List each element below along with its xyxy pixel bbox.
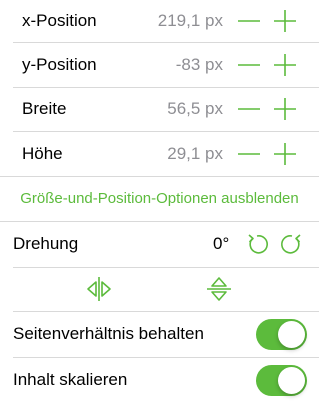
scale-content-toggle[interactable]: [256, 364, 307, 396]
options-link-row: Größe-und-Position-Optionen ausblenden: [0, 177, 319, 221]
x-position-plus-icon[interactable]: [273, 9, 297, 33]
x-position-minus-icon[interactable]: [237, 9, 261, 33]
rotation-row: Drehung 0°: [0, 222, 319, 267]
rotation-label: Drehung: [13, 234, 79, 254]
height-minus-icon[interactable]: [237, 142, 261, 166]
rotation-value[interactable]: 0°: [213, 234, 229, 254]
flip-horizontal-icon[interactable]: [85, 274, 113, 304]
y-position-label: y-Position: [22, 54, 97, 74]
x-position-value[interactable]: 219,1 px: [158, 11, 223, 31]
width-plus-icon[interactable]: [273, 97, 297, 121]
width-minus-icon[interactable]: [237, 97, 261, 121]
flip-row: [0, 268, 319, 311]
width-value[interactable]: 56,5 px: [167, 99, 223, 119]
height-row: Höhe 29,1 px: [0, 132, 319, 176]
x-position-label: x-Position: [22, 11, 97, 30]
width-label: Breite: [22, 99, 67, 119]
size-position-panel: x-Position 219,1 px y-Position -83 px Br…: [0, 0, 319, 403]
toggle-knob: [278, 320, 305, 348]
toggle-knob: [278, 366, 305, 394]
width-row: Breite 56,5 px: [0, 88, 319, 132]
y-position-value[interactable]: -83 px: [176, 55, 223, 75]
scale-content-row: Inhalt skalieren: [0, 358, 319, 403]
keep-aspect-ratio-row: Seitenverhältnis behalten: [0, 312, 319, 357]
keep-aspect-ratio-label: Seitenverhältnis behalten: [13, 324, 204, 344]
rotate-left-icon[interactable]: [245, 232, 269, 256]
height-value[interactable]: 29,1 px: [167, 144, 223, 164]
x-position-row: x-Position 219,1 px: [0, 0, 319, 42]
y-position-minus-icon[interactable]: [237, 53, 261, 77]
hide-size-position-options-link[interactable]: Größe-und-Position-Optionen ausblenden: [20, 190, 299, 207]
scale-content-label: Inhalt skalieren: [13, 370, 128, 390]
y-position-plus-icon[interactable]: [273, 53, 297, 77]
keep-aspect-ratio-toggle[interactable]: [256, 318, 307, 350]
height-label: Höhe: [22, 143, 63, 163]
height-plus-icon[interactable]: [273, 142, 297, 166]
y-position-row: y-Position -83 px: [0, 43, 319, 87]
rotate-right-icon[interactable]: [280, 232, 304, 256]
flip-vertical-icon[interactable]: [205, 274, 233, 304]
